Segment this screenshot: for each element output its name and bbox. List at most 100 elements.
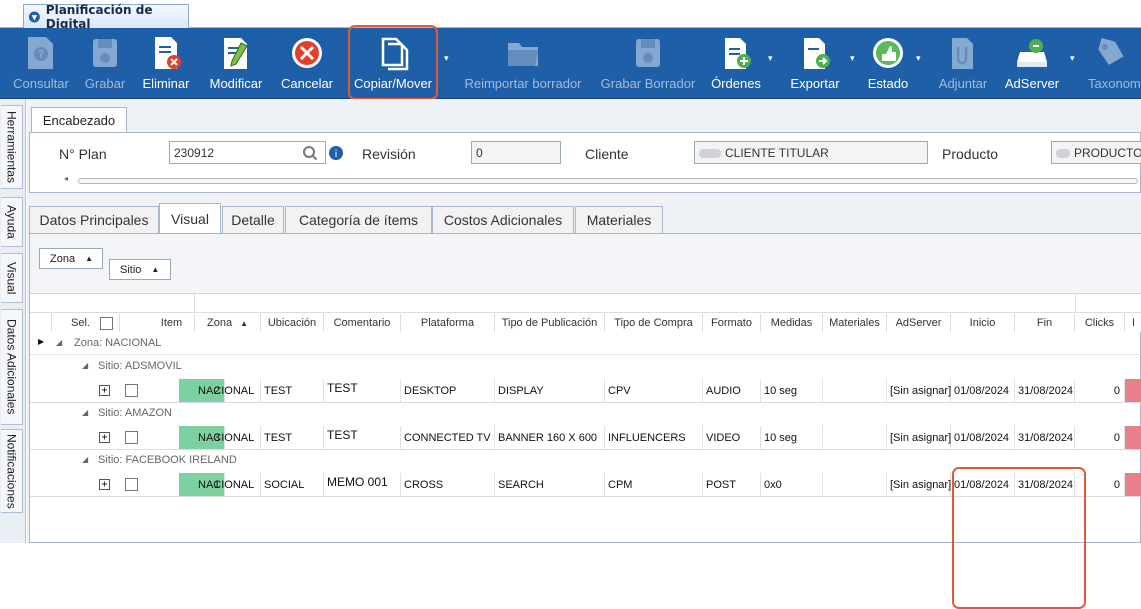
cell-tipo_compra[interactable]: CPM [605,473,703,496]
col-fin[interactable]: Fin [1015,314,1075,332]
cell-adserver[interactable]: [Sin asignar] [887,473,951,496]
col-clicks[interactable]: Clicks [1075,314,1125,332]
consult-button[interactable]: ? Consultar [8,28,74,99]
col-formato[interactable]: Formato [703,314,761,332]
cell-medidas[interactable]: 10 seg [761,426,823,449]
encabezado-tab[interactable]: Encabezado [31,107,127,133]
row-select-cell[interactable] [122,473,146,496]
table-row[interactable]: +2 NACIONAL TEST TEST DESKTOP DISPLAY CPV AUDIO… [30,379,1141,403]
tab-datos-principales[interactable]: Datos Principales [29,206,159,233]
export-dropdown-icon[interactable]: ▾ [850,54,855,64]
tab-detalle[interactable]: Detalle [222,206,284,233]
cell-materiales[interactable] [823,473,887,496]
revision-field[interactable]: 0 [471,141,561,164]
scroll-thumb[interactable] [78,178,1138,184]
edit-button[interactable]: Modificar [204,28,268,99]
tab-visual[interactable]: Visual [159,203,221,234]
col-tipo-publicacion[interactable]: Tipo de Publicación [495,314,605,332]
collapse-icon[interactable]: ◢ [56,338,62,347]
expand-icon[interactable]: + [99,432,110,443]
row-checkbox[interactable] [125,384,138,397]
collapse-icon[interactable]: ◢ [82,361,88,370]
cell-zona[interactable]: NACIONAL [195,426,261,449]
col-item[interactable]: Item [149,314,195,332]
cell-zona[interactable]: NACIONAL [195,379,261,402]
delete-button[interactable]: Eliminar [138,28,194,99]
cell-tipo_compra[interactable]: INFLUENCERS [605,426,703,449]
group-row-zona[interactable]: ▶ ◢ Zona: NACIONAL [30,333,1141,355]
row-select-cell[interactable] [122,379,146,402]
window-tab[interactable]: Planificación de Digital [23,3,189,31]
row-checkbox[interactable] [125,431,138,444]
tab-costos-adicionales[interactable]: Costos Adicionales [432,206,574,233]
save-button[interactable]: Grabar [80,28,130,99]
taxonomy-button[interactable]: Taxonom [1082,28,1141,99]
col-comentario[interactable]: Comentario [324,314,401,332]
cell-ubicacion[interactable]: TEST [261,426,324,449]
cell-formato[interactable]: VIDEO [703,426,761,449]
cancel-button[interactable]: Cancelar [278,28,336,99]
sidebar-tab-visual[interactable]: Visual [1,253,23,303]
cell-ubicacion[interactable]: TEST [261,379,324,402]
cell-comentario[interactable]: MEMO 001 [324,473,401,496]
cell-fin[interactable]: 31/08/2024 [1015,379,1075,402]
col-inicio[interactable]: Inicio [951,314,1015,332]
cell-formato[interactable]: POST [703,473,761,496]
expand-icon[interactable]: + [99,479,110,490]
table-row[interactable]: +3 NACIONAL TEST TEST CONNECTED TV BANNER 160… [30,426,1141,450]
group-row-sitio[interactable]: ◢ Sitio: ADSMOVIL [30,356,1141,378]
group-chip-sitio[interactable]: Sitio ▲ [109,259,171,280]
cell-medidas[interactable]: 0x0 [761,473,823,496]
group-row-sitio[interactable]: ◢ Sitio: AMAZON [30,403,1141,425]
tab-materiales[interactable]: Materiales [575,206,663,233]
cell-tipo_pub[interactable]: SEARCH [495,473,605,496]
cell-plataforma[interactable]: CROSS [401,473,495,496]
search-icon[interactable] [302,145,318,161]
cell-plataforma[interactable]: CONNECTED TV [401,426,495,449]
cell-plataforma[interactable]: DESKTOP [401,379,495,402]
cell-clicks[interactable]: 0 [1075,426,1125,449]
cell-adserver[interactable]: [Sin asignar] [887,379,951,402]
group-chip-zona[interactable]: Zona ▲ [39,248,103,269]
sidebar-tab-ayuda[interactable]: Ayuda [1,197,23,247]
expand-cell[interactable]: + [96,379,116,402]
cell-inicio[interactable]: 01/08/2024 [951,426,1015,449]
orders-button[interactable]: Órdenes [708,28,764,99]
col-zona[interactable]: Zona ▲ [195,314,261,332]
col-sel[interactable]: Sel. [52,314,120,332]
row-select-cell[interactable] [122,426,146,449]
tab-categoria-items[interactable]: Categoría de ítems [285,206,432,233]
status-button[interactable]: Estado [864,28,912,99]
adserver-button[interactable]: AdServer [1000,28,1064,99]
cell-zona[interactable]: NACIONAL [195,473,261,496]
save-draft-button[interactable]: Grabar Borrador [598,28,698,99]
producto-field[interactable]: PRODUCTO [1051,141,1141,164]
cell-comentario[interactable]: TEST [324,379,401,402]
reimport-draft-button[interactable]: Reimportar borrador [460,28,586,99]
cliente-field[interactable]: CLIENTE TITULAR [694,141,928,164]
col-medidas[interactable]: Medidas [761,314,823,332]
cell-materiales[interactable] [823,426,887,449]
attach-button[interactable]: Adjuntar [934,28,992,99]
cell-clicks[interactable]: 0 [1075,379,1125,402]
sidebar-tab-datos-adicionales[interactable]: Datos Adicionales [1,309,23,425]
copy-move-dropdown-icon[interactable]: ▾ [444,54,449,64]
col-materiales[interactable]: Materiales [823,314,887,332]
scroll-left-icon[interactable]: ◂ [64,174,68,183]
cell-comentario[interactable]: TEST [324,426,401,449]
status-dropdown-icon[interactable]: ▾ [916,54,921,64]
col-ubicacion[interactable]: Ubicación [261,314,324,332]
export-button[interactable]: Exportar [786,28,844,99]
sidebar-tab-notificaciones[interactable]: Notificaciones [1,429,23,513]
adserver-dropdown-icon[interactable]: ▾ [1070,54,1075,64]
row-checkbox[interactable] [125,478,138,491]
info-icon[interactable]: i [328,145,344,161]
col-i[interactable]: I [1125,314,1141,332]
expand-cell[interactable]: + [96,426,116,449]
cell-inicio[interactable]: 01/08/2024 [951,379,1015,402]
cell-tipo_compra[interactable]: CPV [605,379,703,402]
select-all-checkbox[interactable] [100,316,113,330]
col-plataforma[interactable]: Plataforma [401,314,495,332]
cell-materiales[interactable] [823,379,887,402]
expand-icon[interactable]: + [99,385,110,396]
